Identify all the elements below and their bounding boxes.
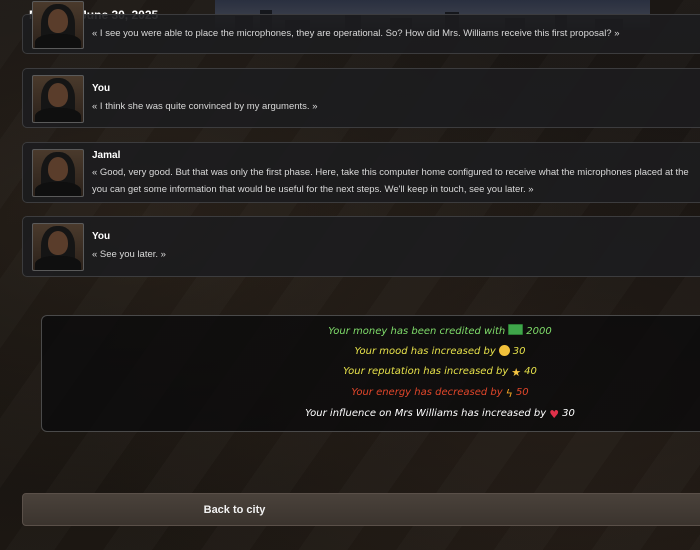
dialogue-message: « I see you were able to place the micro… — [22, 1, 700, 54]
player-avatar — [32, 75, 84, 123]
results-summary-panel: Your money has been credited with 2000 Yo… — [41, 315, 700, 432]
speaker-name: You — [92, 231, 111, 242]
influence-result: Your influence on Mrs Williams has incre… — [305, 408, 575, 421]
speaker-avatar — [32, 1, 84, 49]
message-text: « See you later. » — [92, 249, 166, 260]
dialogue-message: You « See you later. » — [22, 216, 700, 277]
mood-result: Your mood has increased by 30 — [354, 345, 526, 357]
lightning-icon: ϟ — [505, 387, 513, 400]
heart-icon: ♥ — [549, 408, 560, 421]
energy-result: Your energy has decreased by ϟ 50 — [351, 387, 529, 400]
speaker-name: Jamal — [92, 150, 121, 161]
smiley-icon — [498, 345, 510, 356]
player-avatar — [32, 223, 84, 271]
money-icon — [508, 324, 524, 335]
speaker-name: You — [92, 83, 111, 94]
message-text: you can get some information that would … — [92, 184, 534, 195]
jamal-avatar — [32, 149, 84, 197]
dialogue-message: Jamal « Good, very good. But that was on… — [22, 142, 700, 203]
message-text: « I think she was quite convinced by my … — [92, 101, 318, 112]
star-icon: ★ — [511, 366, 522, 379]
back-to-city-button[interactable]: Back to city — [22, 493, 700, 526]
reputation-result: Your reputation has increased by ★ 40 — [343, 366, 537, 379]
money-result: Your money has been credited with 2000 — [328, 324, 552, 337]
message-text: « I see you were able to place the micro… — [92, 28, 620, 39]
message-text: « Good, very good. But that was only the… — [92, 167, 689, 178]
dialogue-message: You « I think she was quite convinced by… — [22, 68, 700, 128]
